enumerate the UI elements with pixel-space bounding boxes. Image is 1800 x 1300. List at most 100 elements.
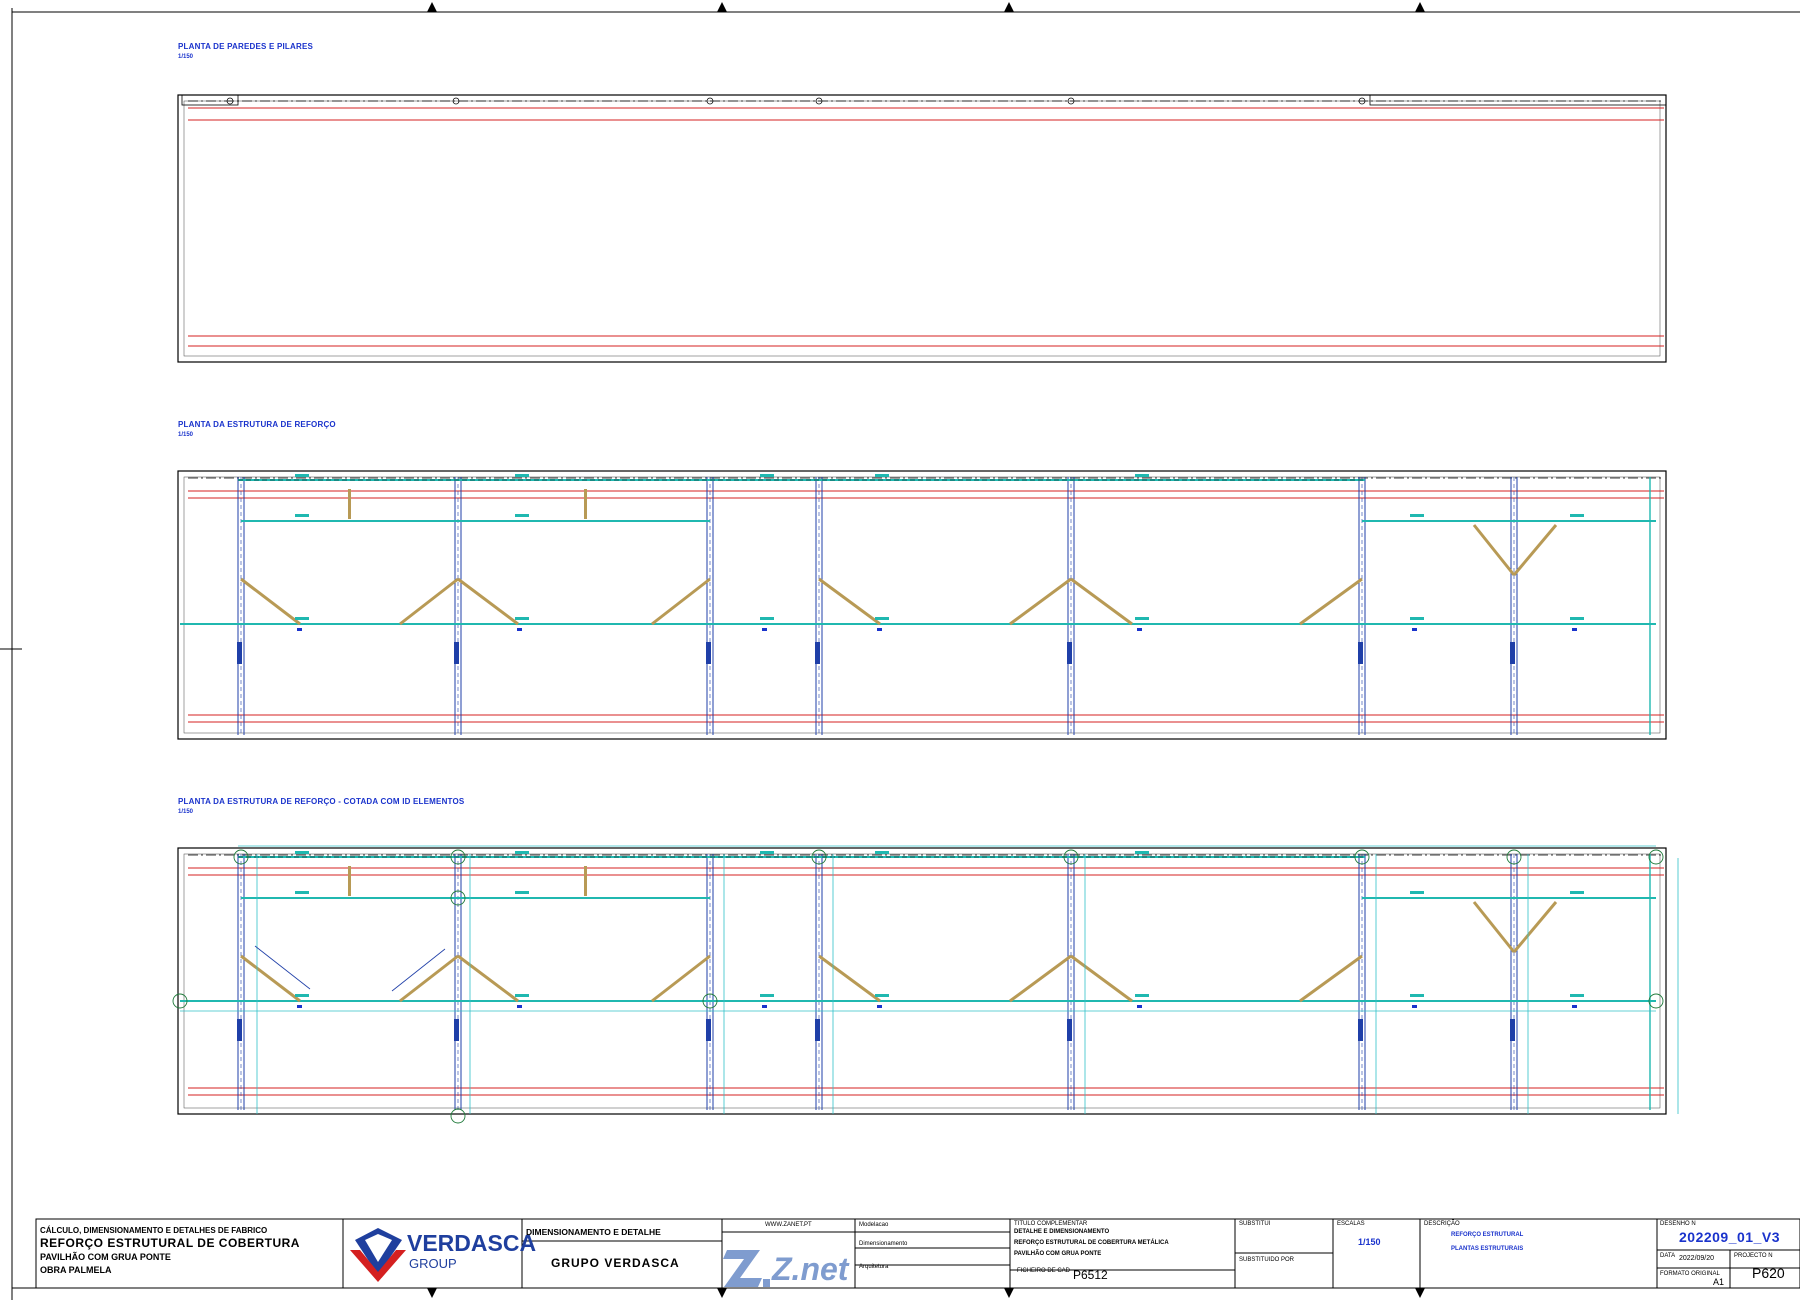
client-logo-subtext: GROUP [409, 1256, 457, 1271]
diagonal-brace [457, 954, 519, 1003]
cad-file-label: FICHEIRO DE CAD [1017, 1268, 1071, 1274]
service-label: DIMENSIONAMENTO E DETALHE [526, 1227, 661, 1237]
diagonal-brace [457, 577, 519, 626]
beam-label-mark [1410, 891, 1424, 894]
diagonal-brace [1472, 901, 1516, 953]
sheet-fold-markers [427, 2, 1425, 1298]
plan-title: PLANTA DE PAREDES E PILARES [178, 42, 314, 51]
diagonal-brace [1070, 577, 1133, 626]
column-label-mark [454, 642, 459, 664]
diagonal-brace [1472, 524, 1516, 576]
column-label-mark [1358, 642, 1363, 664]
element-id-marker-icon [450, 1108, 466, 1124]
beam-id-mark [297, 1005, 302, 1008]
beam-id-mark [1412, 628, 1417, 631]
column-label-mark [1358, 1019, 1363, 1041]
beam-label-mark [1570, 891, 1584, 894]
beam-label-mark [1410, 617, 1424, 620]
beam-label-mark [760, 617, 774, 620]
column-label-mark [815, 1019, 820, 1041]
role-dimensioning: Dimensionamento [859, 1241, 908, 1247]
element-id-marker-icon [1648, 849, 1664, 865]
project-no: P620 [1752, 1265, 1785, 1281]
beam-id-mark [1572, 1005, 1577, 1008]
column-label-mark [815, 642, 820, 664]
title-block [35, 1218, 1800, 1289]
column-label-mark [454, 1019, 459, 1041]
beam-label-mark [515, 994, 529, 997]
diagonal-brace [399, 577, 459, 626]
beam-label-mark [515, 474, 529, 477]
plan-title: PLANTA DA ESTRUTURA DE REFORÇO - COTADA … [178, 797, 465, 806]
role-modelling: Modelacao [859, 1222, 889, 1228]
column-label-mark [1510, 1019, 1515, 1041]
reinforcement-members-with-ids [172, 845, 1679, 1124]
beam-id-mark [1137, 1005, 1142, 1008]
drawing-no: 202209_01_V3 [1679, 1229, 1780, 1245]
beam-label-mark [875, 474, 889, 477]
role-architecture: Arquitetura [859, 1264, 889, 1270]
diagonal-brace [651, 577, 711, 626]
plan-title: PLANTA DA ESTRUTURA DE REFORÇO [178, 420, 336, 429]
substituted-by-label: SUBSTITUIDO POR [1239, 1257, 1295, 1263]
scale-label: ESCALAS [1337, 1221, 1365, 1227]
complement-line-3: PAVILHÃO COM GRUA PONTE [1014, 1251, 1102, 1257]
beam-id-mark [877, 1005, 882, 1008]
beam-id-mark [1137, 628, 1142, 631]
diagonal-brace [240, 577, 301, 626]
site-name: OBRA PALMELA [40, 1265, 112, 1275]
dimension-line [391, 948, 446, 992]
beam-id-mark [877, 628, 882, 631]
beam-label-mark [295, 474, 309, 477]
beam-id-mark [1412, 1005, 1417, 1008]
beam-label-mark [1570, 994, 1584, 997]
plan-reinforcement [177, 470, 1667, 740]
stub-member [584, 489, 587, 519]
diagonal-brace [1009, 577, 1072, 626]
sheet-frame [0, 8, 1800, 1300]
project-name: REFORÇO ESTRUTURAL DE COBERTURA [40, 1236, 300, 1250]
description-line-2: PLANTAS ESTRUTURAIS [1451, 1246, 1524, 1252]
diagonal-brace [818, 577, 881, 626]
beam-label-mark [515, 514, 529, 517]
diagonal-brace [399, 954, 459, 1003]
client-logo-text: VERDASCA [407, 1230, 537, 1256]
column-label-mark [706, 1019, 711, 1041]
beam-id-mark [762, 628, 767, 631]
column-label-mark [237, 1019, 242, 1041]
column-label-mark [1510, 642, 1515, 664]
beam-label-mark [1570, 617, 1584, 620]
column-label-mark [706, 642, 711, 664]
company-logo-text: Z.net [772, 1251, 849, 1287]
beam-label-mark [760, 994, 774, 997]
plan-reinforcement-dimensioned [172, 845, 1679, 1124]
beam-id-mark [1572, 628, 1577, 631]
complement-label: TITULO COMPLEMENTAR [1014, 1221, 1088, 1227]
beam-label-mark [295, 617, 309, 620]
drawing-no-label: DESENHO N [1660, 1221, 1696, 1227]
beam-label-mark [875, 617, 889, 620]
client-name: GRUPO VERDASCA [551, 1256, 680, 1270]
substitutes-label: SUBSTITUI [1239, 1221, 1271, 1227]
diagonal-brace [1070, 954, 1133, 1003]
reinforcement-members [180, 474, 1656, 735]
beam-label-mark [1410, 514, 1424, 517]
diagonal-brace [1512, 524, 1558, 576]
column-label-mark [1067, 642, 1072, 664]
company-url: WWW.ZANET.PT [765, 1222, 812, 1228]
beam-id-mark [762, 1005, 767, 1008]
date-label: DATA [1660, 1253, 1676, 1259]
complement-line-2: REFORÇO ESTRUTURAL DE COBERTURA METÁLICA [1014, 1240, 1169, 1246]
diagonal-brace [1299, 577, 1363, 626]
zanet-logo-icon [723, 1250, 770, 1287]
beam-label-mark [1135, 994, 1149, 997]
diagonal-brace [818, 954, 881, 1003]
verdasca-logo-icon [350, 1228, 406, 1282]
beam-label-mark [1135, 474, 1149, 477]
beam-label-mark [760, 851, 774, 854]
beam-label-mark [760, 474, 774, 477]
scale-value: 1/150 [1358, 1237, 1381, 1247]
beam-label-mark [295, 891, 309, 894]
plan-scale: 1/150 [178, 54, 194, 60]
stub-member [348, 489, 351, 519]
